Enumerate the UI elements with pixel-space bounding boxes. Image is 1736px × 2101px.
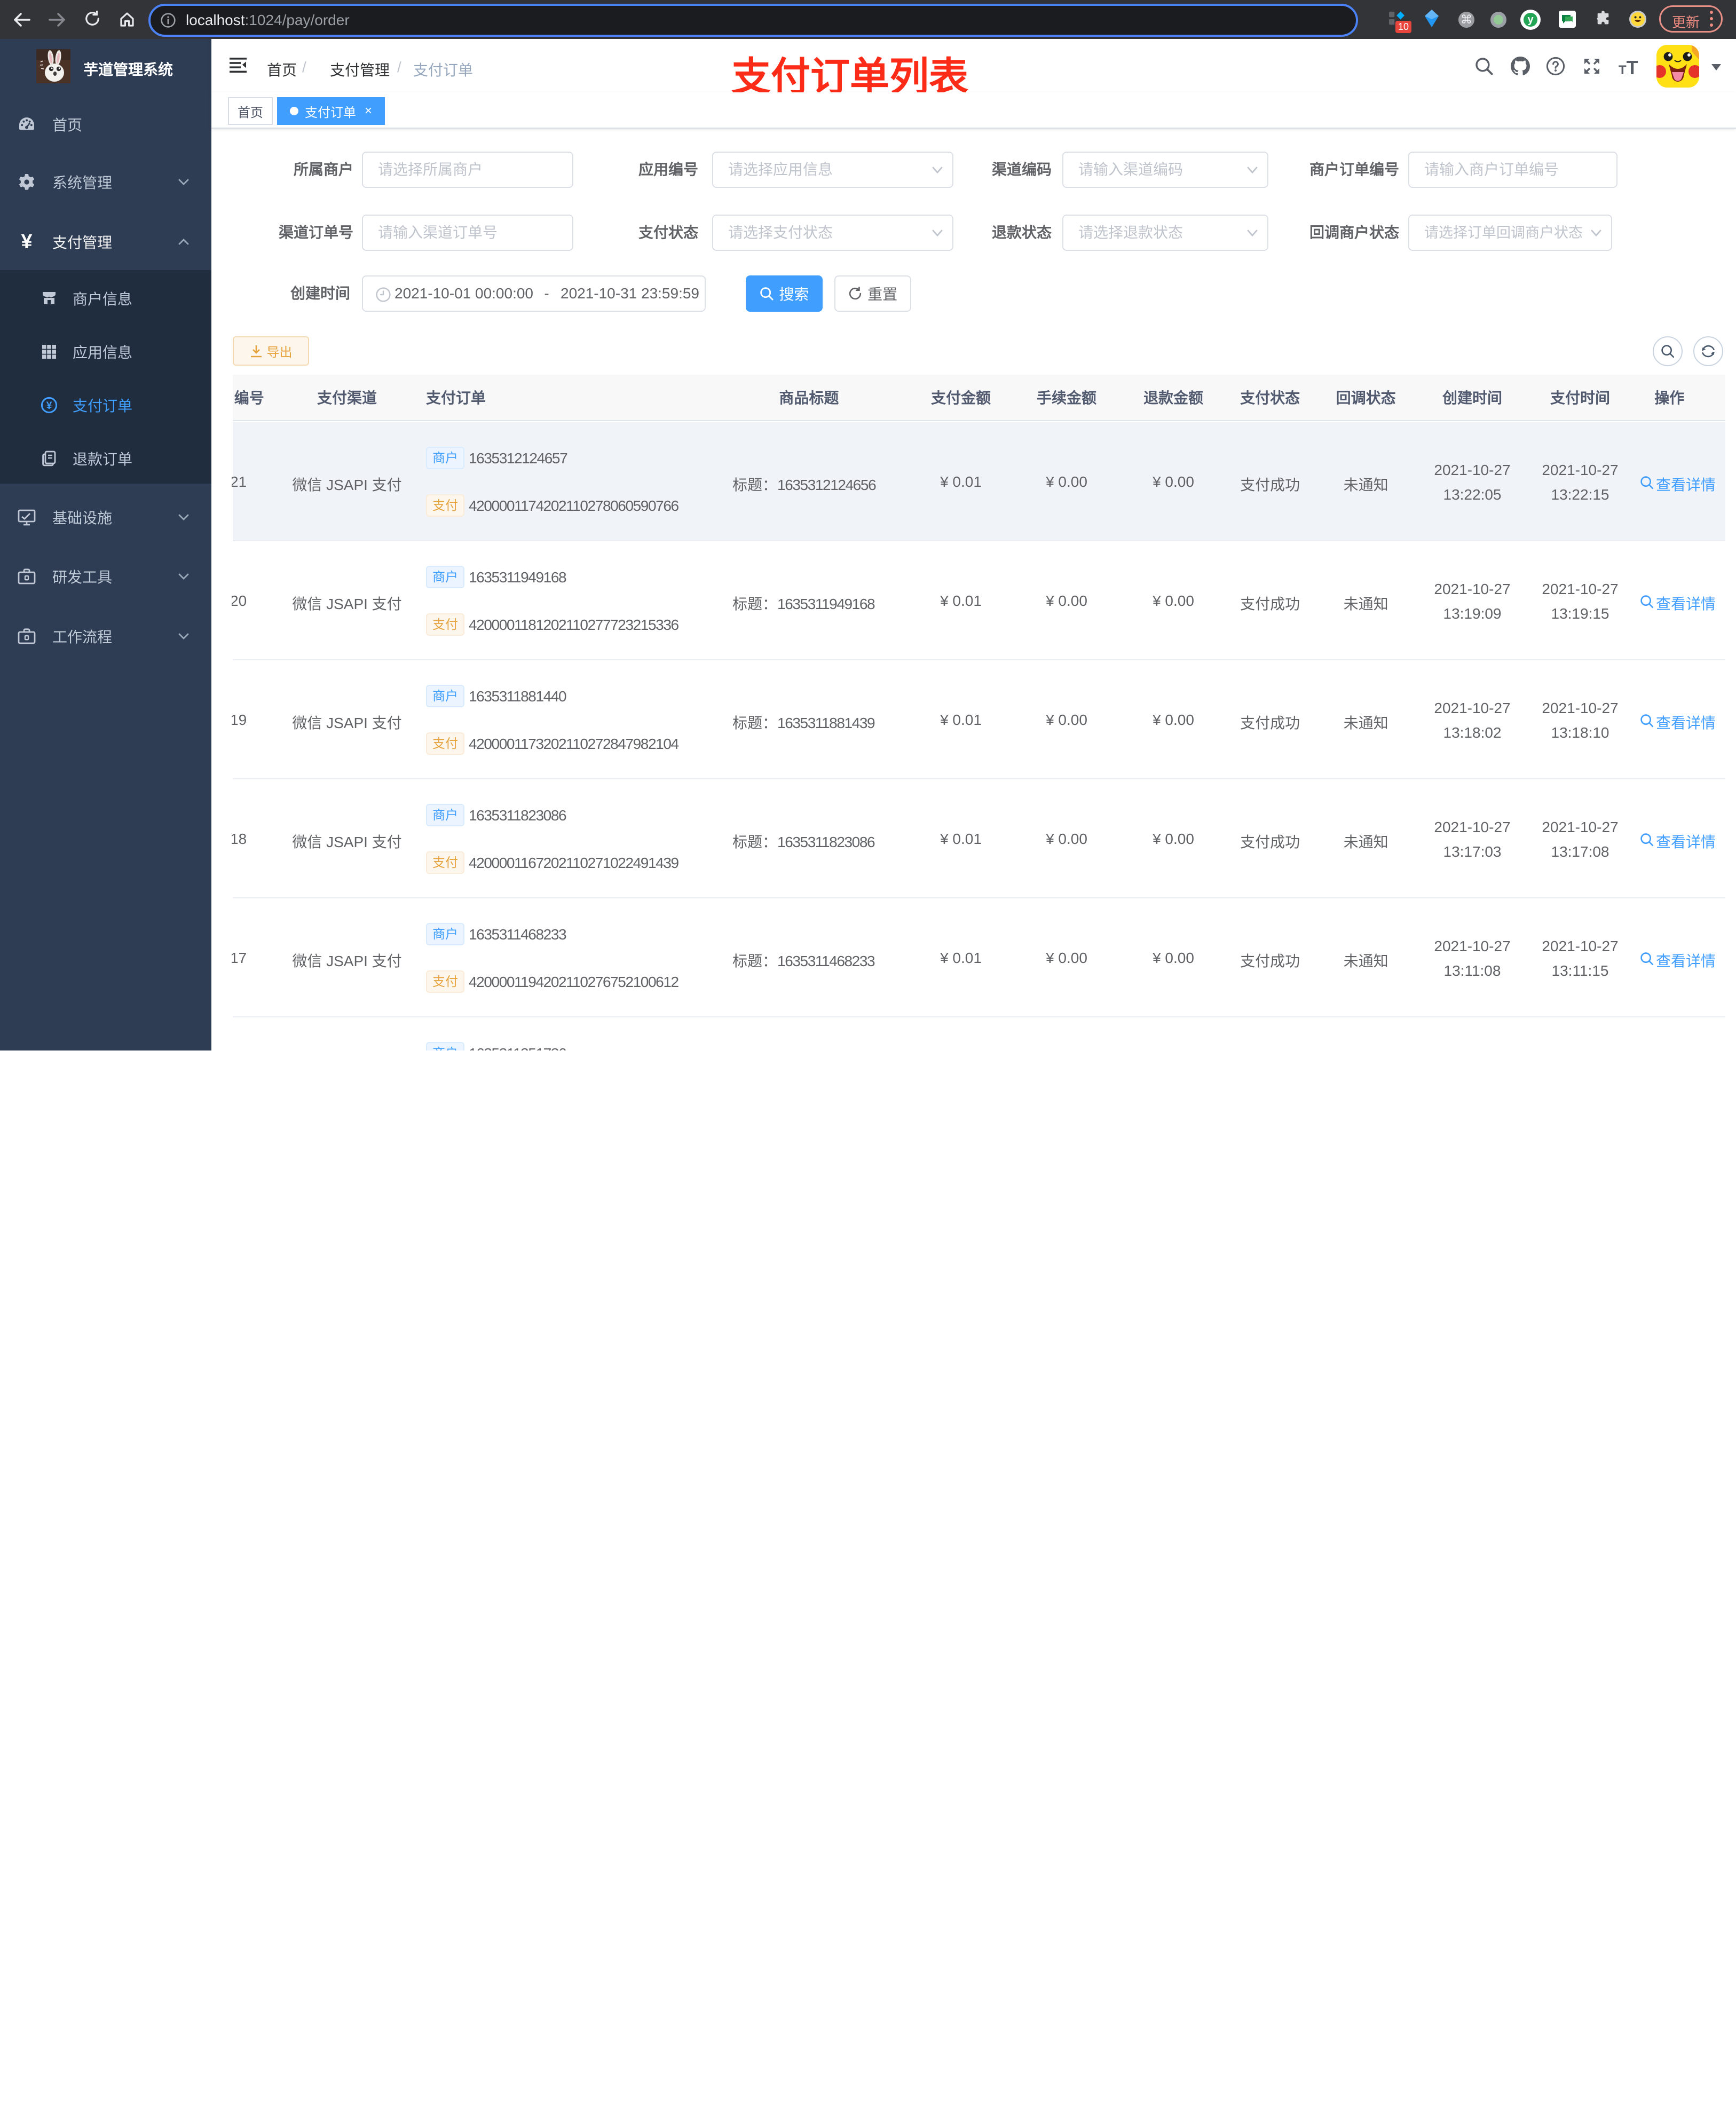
svg-text:¥: ¥: [46, 400, 52, 412]
